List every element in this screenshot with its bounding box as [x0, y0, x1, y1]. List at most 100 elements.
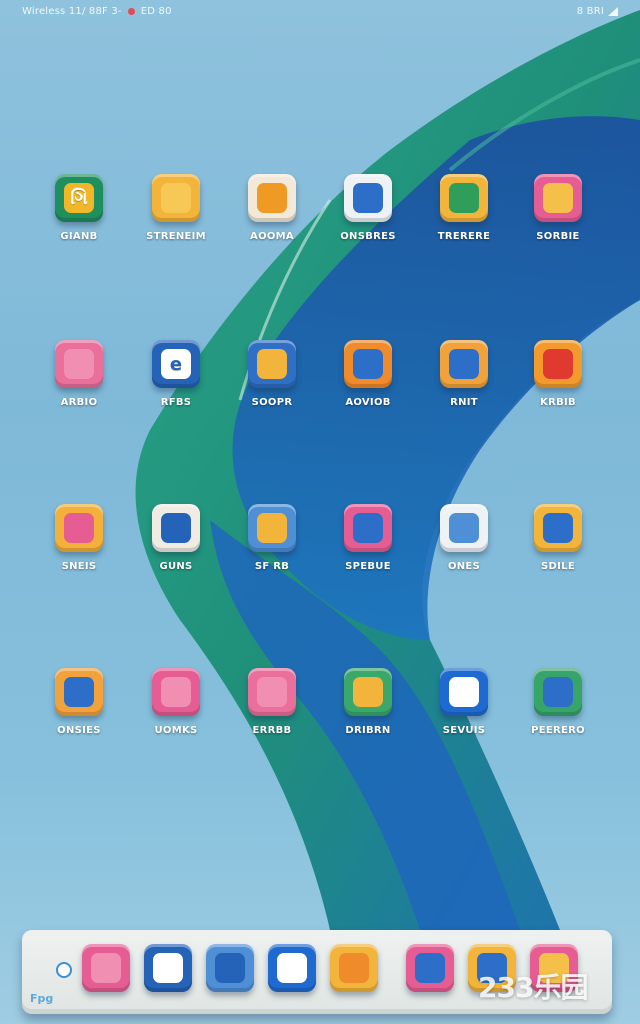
- app-label: GUNS: [159, 561, 193, 572]
- white-blue-icon[interactable]: [440, 504, 488, 552]
- app-label: ERRBB: [252, 725, 292, 736]
- app-sneis[interactable]: SNEIS: [31, 504, 127, 614]
- app-label: SEVUIS: [442, 725, 486, 736]
- app-icon-inner: [257, 513, 287, 543]
- pink-tile-icon[interactable]: [55, 340, 103, 388]
- carrier-text: Wireless 11/ 88F 3-: [22, 6, 122, 17]
- app-arbio[interactable]: ARBIO: [31, 340, 127, 450]
- app-icon-inner: [449, 677, 479, 707]
- dock-indicator-icon[interactable]: [56, 962, 72, 978]
- app-trerere[interactable]: TRERERE: [416, 174, 512, 284]
- yellow-pink-icon[interactable]: [55, 504, 103, 552]
- app-icon-inner: [161, 513, 191, 543]
- battery-text: 8 BRI: [576, 6, 604, 17]
- app-aoviob[interactable]: AOVIOB: [320, 340, 416, 450]
- app-onsies[interactable]: ONSIES: [31, 668, 127, 778]
- app-icon-inner: [257, 349, 287, 379]
- pink-hook-icon[interactable]: [152, 668, 200, 716]
- orange-flower-icon[interactable]: [440, 340, 488, 388]
- app-icon-inner: [353, 513, 383, 543]
- app-peerero[interactable]: PEERERO: [510, 668, 606, 778]
- app-label: SORBIE: [536, 231, 580, 242]
- app-label: UOMKS: [154, 725, 198, 736]
- app-label: AOOMA: [250, 231, 294, 242]
- app-label: SDILE: [541, 561, 575, 572]
- orange-blue-icon[interactable]: [344, 340, 392, 388]
- blue-check-icon[interactable]: [144, 944, 192, 992]
- app-aooma[interactable]: AOOMA: [224, 174, 320, 284]
- dock-icon-inner: [153, 953, 183, 983]
- app-label: PEERERO: [531, 725, 585, 736]
- app-krbib[interactable]: KRBIB: [510, 340, 606, 450]
- status-right: 8 BRI: [577, 6, 618, 17]
- app-icon-glyph: ગિ: [70, 187, 88, 209]
- app-dribrn[interactable]: DRIBRN: [320, 668, 416, 778]
- red-person-icon[interactable]: [534, 340, 582, 388]
- app-label: SNEIS: [61, 561, 97, 572]
- app-gianb[interactable]: ગિ GIANB: [31, 174, 127, 284]
- app-icon-glyph: e: [169, 353, 183, 375]
- app-label: ONES: [447, 561, 481, 572]
- pink-blue-icon[interactable]: [344, 504, 392, 552]
- blue-white-icon[interactable]: [344, 174, 392, 222]
- app-label: ONSBRES: [340, 231, 396, 242]
- pink-yellow-icon[interactable]: [534, 174, 582, 222]
- app-uomks[interactable]: UOMKS: [128, 668, 224, 778]
- blue-e-icon[interactable]: e: [152, 340, 200, 388]
- yellow-blue-icon[interactable]: [534, 504, 582, 552]
- record-indicator-icon: [127, 8, 135, 15]
- app-guns[interactable]: GUNS: [128, 504, 224, 614]
- app-rnit[interactable]: RNIT: [416, 340, 512, 450]
- app-streneim[interactable]: STRENEIM: [128, 174, 224, 284]
- app-icon-inner: [257, 677, 287, 707]
- app-sdile[interactable]: SDILE: [510, 504, 606, 614]
- yellow-pen-icon[interactable]: [330, 944, 378, 992]
- app-label: RFBS: [160, 397, 192, 408]
- pink-dock-icon[interactable]: [82, 944, 130, 992]
- blue-mail-icon[interactable]: [268, 944, 316, 992]
- app-onsbres[interactable]: ONSBRES: [320, 174, 416, 284]
- blue-wave-icon[interactable]: [206, 944, 254, 992]
- dock-caption: Fpg: [30, 992, 54, 1005]
- blue-circle-icon[interactable]: [152, 504, 200, 552]
- app-label: GIANB: [60, 231, 98, 242]
- blue-arrow-icon[interactable]: [440, 668, 488, 716]
- app-sorbie[interactable]: SORBIE: [510, 174, 606, 284]
- app-icon-inner: [257, 183, 287, 213]
- app-label: STRENEIM: [146, 231, 206, 242]
- yellow-green-icon[interactable]: [344, 668, 392, 716]
- yellow-leaf-icon[interactable]: [440, 174, 488, 222]
- app-label: KRBIB: [540, 397, 576, 408]
- status-left: Wireless 11/ 88F 3- ED 80: [22, 6, 172, 17]
- signal-icon: [608, 7, 618, 16]
- app-soopr[interactable]: SOOPR: [224, 340, 320, 450]
- app-sf-rb[interactable]: SF RB: [224, 504, 320, 614]
- app-errbb[interactable]: ERRBB: [224, 668, 320, 778]
- app-sevuis[interactable]: SEVUIS: [416, 668, 512, 778]
- app-icon-inner: [449, 183, 479, 213]
- app-label: SF RB: [254, 561, 290, 572]
- app-label: AOVIOB: [345, 397, 391, 408]
- app-rfbs[interactable]: e RFBS: [128, 340, 224, 450]
- blue-bird-icon[interactable]: [248, 504, 296, 552]
- app-icon-inner: [161, 677, 191, 707]
- pink-triangle-icon[interactable]: [406, 944, 454, 992]
- app-label: ONSIES: [57, 725, 101, 736]
- yellow-face-icon[interactable]: [152, 174, 200, 222]
- app-spebue[interactable]: SPEBUE: [320, 504, 416, 614]
- green-tile-icon[interactable]: ગિ: [55, 174, 103, 222]
- app-label: DRIBRN: [345, 725, 391, 736]
- app-icon-inner: [543, 183, 573, 213]
- dock-icon-inner: [91, 953, 121, 983]
- blue-yellow-icon[interactable]: [248, 340, 296, 388]
- green-blue-icon[interactable]: [534, 668, 582, 716]
- app-icon-inner: [64, 349, 94, 379]
- orange-frame-icon[interactable]: [248, 174, 296, 222]
- app-ones[interactable]: ONES: [416, 504, 512, 614]
- app-label: SOOPR: [251, 397, 293, 408]
- dock-icon-inner: [277, 953, 307, 983]
- watermark: 233乐园: [478, 971, 588, 1004]
- app-icon-inner: [64, 677, 94, 707]
- pink-cloud-icon[interactable]: [248, 668, 296, 716]
- orange-blue-frame-icon[interactable]: [55, 668, 103, 716]
